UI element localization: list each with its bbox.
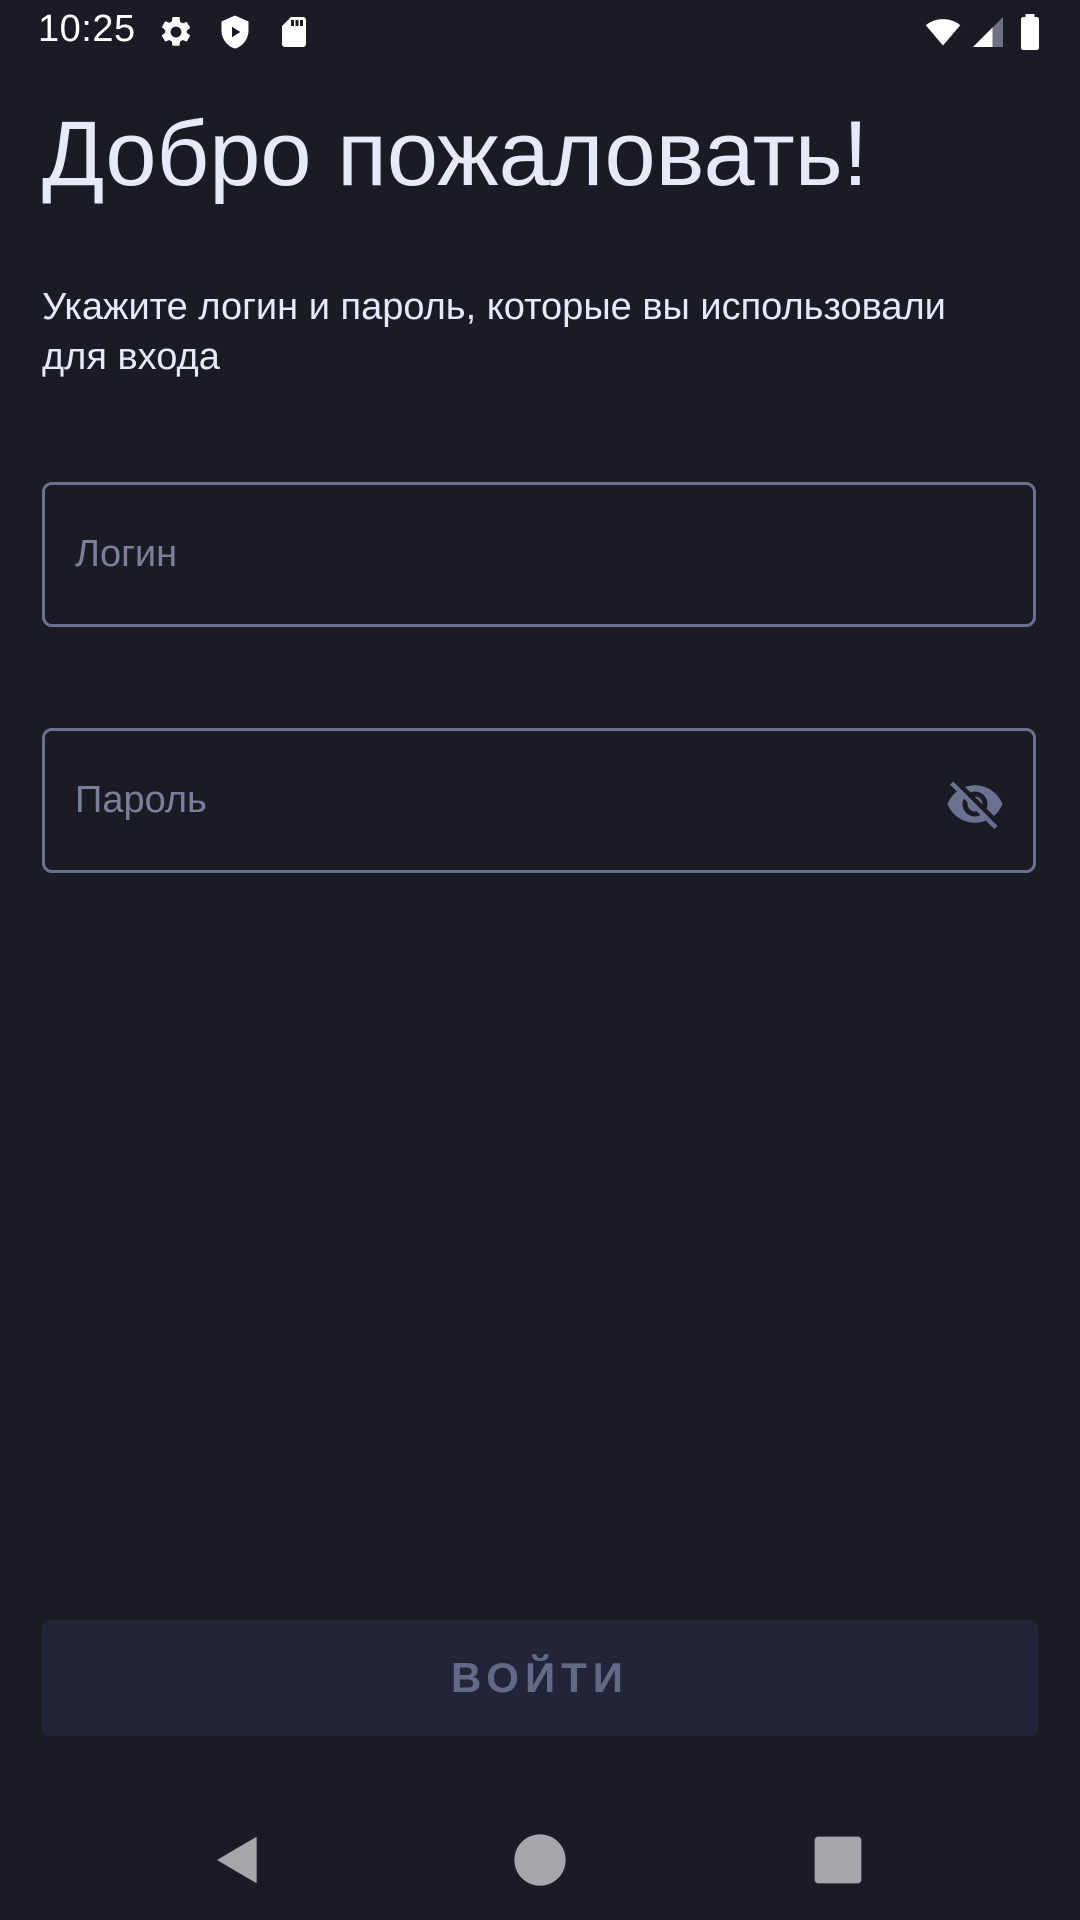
sd-card-icon [276, 14, 312, 50]
login-screen: 10:25 Добро пожаловать! Укажите логин и … [0, 0, 1080, 1920]
login-field[interactable] [42, 482, 1036, 627]
status-time: 10:25 [38, 8, 136, 50]
settings-icon [158, 14, 194, 50]
nav-bar [0, 1800, 1080, 1920]
recents-icon[interactable] [810, 1832, 866, 1888]
back-icon[interactable] [210, 1832, 266, 1888]
eye-off-icon[interactable] [945, 774, 1005, 834]
login-input[interactable] [75, 485, 955, 624]
password-input[interactable] [75, 731, 955, 870]
wifi-icon [922, 14, 964, 50]
page-title: Добро пожаловать! [42, 103, 869, 205]
shield-play-icon [217, 14, 253, 50]
signal-icon [970, 14, 1006, 50]
page-subtitle: Укажите логин и пароль, которые вы испол… [42, 286, 946, 378]
login-button[interactable]: ВОЙТИ [42, 1620, 1038, 1736]
home-icon[interactable] [512, 1832, 568, 1888]
status-bar: 10:25 [0, 0, 1080, 64]
password-field[interactable] [42, 728, 1036, 873]
battery-icon [1014, 14, 1046, 50]
